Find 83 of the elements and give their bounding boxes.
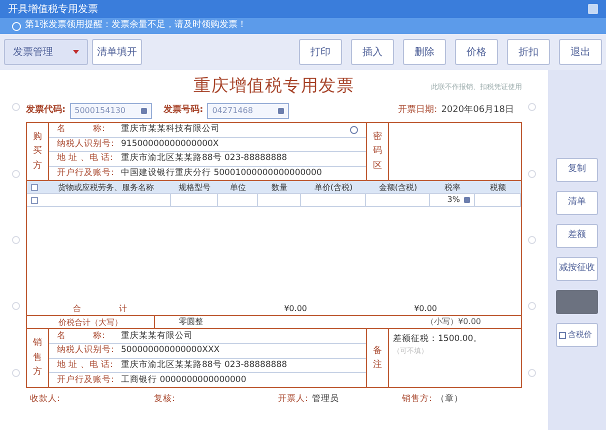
footer-value: 管理员 [312,392,339,406]
punch-hole-icon [12,368,20,377]
toolbar-button[interactable]: 删除 [403,39,446,65]
tax-included-toggle[interactable]: 含税价 [556,323,598,347]
punch-hole-icon [12,103,20,112]
column-header: 金额(含税) [378,182,418,193]
field-value: 重庆市某某科技有限公司 [121,123,221,136]
table-cell: 3% [447,194,460,206]
field-value: 重庆市渝北区某某路88号 023-88888888 [121,152,288,166]
party-label: 购买方 [33,130,42,173]
invoice-title: 重庆增值税专用发票 [194,75,354,98]
dropdown-icon [278,108,284,114]
field-label: 地 址 、电 话: [57,152,114,166]
notice-text: 第1张发票领用提醒：发票余量不足，请及时领购发票！ [25,19,247,32]
footer-label: 开票人: [278,392,308,406]
punch-hole-icon [12,170,20,178]
amount-in-words: 零圆整 [178,316,204,328]
party-label: 销售方 [33,336,42,380]
field-value: 91500000000000000X [121,138,220,151]
field-value: 500000000000000XXX [121,344,221,357]
punch-hole-icon [12,236,20,244]
totals-label: 计 [118,302,127,314]
checkbox-label: 含税价 [568,329,592,341]
code-label: 发票代码: [26,104,66,118]
grand-total-label: 价税合计（大写） [27,316,155,328]
amount-in-figures: （小写）¥0.00 [425,316,482,328]
total-amount: ¥0.00 [283,302,307,314]
side-button[interactable]: 清单 [556,191,598,215]
punch-hole-icon [528,103,536,112]
field-label: 纳税人识别号: [57,344,115,357]
side-button[interactable]: 复制 [556,158,598,182]
punch-hole-icon [528,302,536,310]
totals-label: 合 [72,302,81,314]
toolbar-button[interactable]: 折扣 [507,39,550,65]
field-label: 名 称: [57,123,106,136]
caret-icon [73,50,79,54]
remark-text: 差额征税：1500.00。 [392,333,484,346]
column-header: 货物或应税劳务、服务名称 [57,182,155,193]
dropdown-icon[interactable] [464,197,470,203]
footer-label: 收款人: [30,392,60,406]
toolbar-button[interactable]: 价格 [455,39,498,65]
toolbar-button[interactable]: 插入 [351,39,394,65]
field-value: 重庆市渝北区某某路88号 023-88888888 [121,359,288,372]
field-label: 名 称: [57,330,106,342]
checkbox[interactable] [559,332,566,338]
column-header: 数量 [270,182,288,193]
field-label: 纳税人识别号: [57,138,115,151]
footer-label: 复核: [154,392,175,406]
area-label: 备注 [373,344,382,372]
window-title: 开具增值税专用发票 [8,2,98,16]
checkbox[interactable] [30,184,38,190]
column-header: 税率 [444,182,462,193]
list-button[interactable]: 清单填开 [92,39,142,65]
side-button[interactable]: 减按征收 [556,257,598,281]
blank-panel [556,290,598,314]
area-label: 密码区 [373,130,382,173]
dropdown-icon [140,108,147,114]
column-header: 税额 [489,182,507,193]
punch-hole-icon [528,170,536,178]
invoice-dropdown[interactable]: 发票管理 [4,39,88,65]
column-header: 规格型号 [178,182,212,193]
field-label: 地 址 、电 话: [57,359,114,372]
date-label: 开票日期: [398,104,438,118]
field-value: 中国建设银行重庆分行 50001000000000000000 [121,166,323,180]
field-value: 工商银行 0000000000000000 [121,374,248,386]
punch-hole-icon [12,302,20,310]
footer-value: （章） [436,392,463,406]
punch-hole-icon [528,368,536,377]
search-icon[interactable] [350,126,358,134]
punch-hole-icon [528,236,536,244]
footer-label: 销售方: [402,392,432,406]
side-button[interactable]: 差额 [556,224,598,248]
toolbar-button[interactable]: 打印 [299,39,342,65]
field-value: 重庆某某有限公司 [121,330,194,342]
total-tax: ¥0.00 [413,302,437,314]
toolbar-button[interactable]: 退出 [559,39,602,65]
number-label: 发票号码: [164,104,204,118]
field-label: 开户行及账号: [57,374,115,386]
checkbox[interactable] [30,196,38,204]
column-header: 单价(含税) [313,182,354,193]
date-text: 2020年06月18日 [441,104,515,118]
column-header: 单位 [229,182,247,193]
field-label: 开户行及账号: [57,166,115,180]
